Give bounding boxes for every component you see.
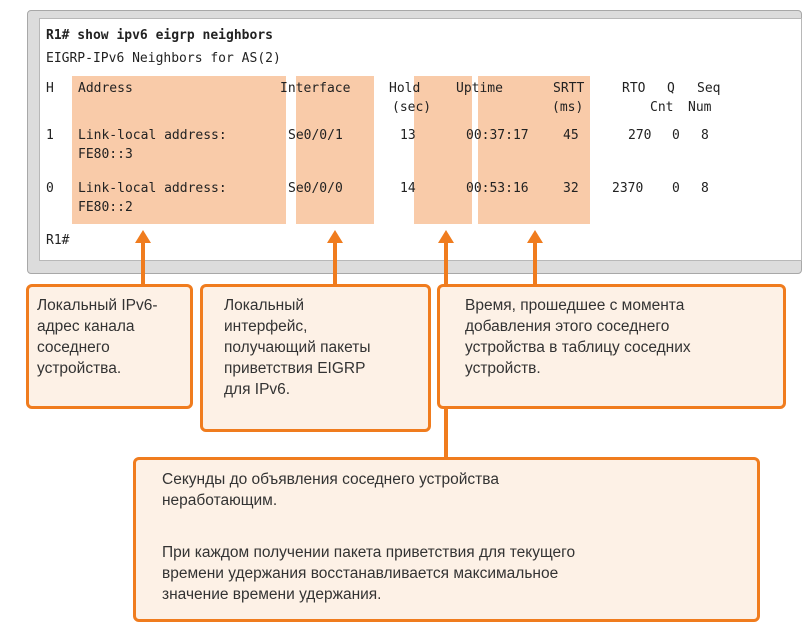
row-2-srtt: 32 [563,181,579,196]
row-1-rto: 270 [628,128,652,143]
header-q-cnt: Cnt [650,100,674,115]
neighbors-title-line: EIGRP-IPv6 Neighbors for AS(2) [46,51,281,66]
row-1-h: 1 [46,128,54,143]
hold-callout-text-2: При каждом получении пакета приветствия … [162,544,576,603]
interface-callout: Локальный интерфейс, получающий пакеты п… [200,284,431,432]
row-2-interface: Se0/0/0 [288,181,343,196]
header-hold: Hold [389,81,421,96]
uptime-callout: Время, прошедшее с момента добавления эт… [437,284,786,409]
interface-column-highlight [296,76,374,224]
row-1-interface: Se0/0/1 [288,128,343,143]
row-1-address-cont: FE80::3 [78,147,133,162]
interface-arrow-stem [333,242,337,286]
header-rto: RTO [622,81,646,96]
row-2-address: Link-local address: [78,181,227,196]
address-arrow-stem [141,242,145,286]
address-callout-text: Локальный IPv6- адрес канала соседнего у… [37,297,158,377]
row-2-uptime: 00:53:16 [466,181,529,196]
header-srtt: SRTT [553,81,585,96]
row-2-rto: 2370 [612,181,644,196]
header-uptime: Uptime [456,81,503,96]
header-q: Q [667,81,675,96]
hold-callout-text-1: Секунды до объявления соседнего устройст… [162,471,499,509]
row-2-address-cont: FE80::2 [78,200,133,215]
command-line: R1# show ipv6 eigrp neighbors [46,28,273,43]
header-interface: Interface [280,81,351,96]
row-1-seq: 8 [701,128,709,143]
row-1-q: 0 [672,128,680,143]
header-seq-num: Num [688,100,712,115]
row-2-q: 0 [672,181,680,196]
row-1-hold: 13 [400,128,416,143]
header-h: H [46,81,54,96]
header-hold-unit: (sec) [392,100,432,115]
row-2-seq: 8 [701,181,709,196]
uptime-callout-text: Время, прошедшее с момента добавления эт… [465,297,691,377]
row-2-hold: 14 [400,181,416,196]
header-address: Address [78,81,133,96]
header-srtt-unit: (ms) [552,100,584,115]
terminal-prompt: R1# [46,233,70,248]
interface-callout-text: Локальный интерфейс, получающий пакеты п… [224,297,371,398]
uptime-arrow-stem [533,242,537,286]
hold-callout: Секунды до объявления соседнего устройст… [133,457,760,622]
row-1-address: Link-local address: [78,128,227,143]
header-seq: Seq [697,81,721,96]
address-callout: Локальный IPv6- адрес канала соседнего у… [26,284,193,409]
row-1-uptime: 00:37:17 [466,128,529,143]
row-1-srtt: 45 [563,128,579,143]
row-2-h: 0 [46,181,54,196]
